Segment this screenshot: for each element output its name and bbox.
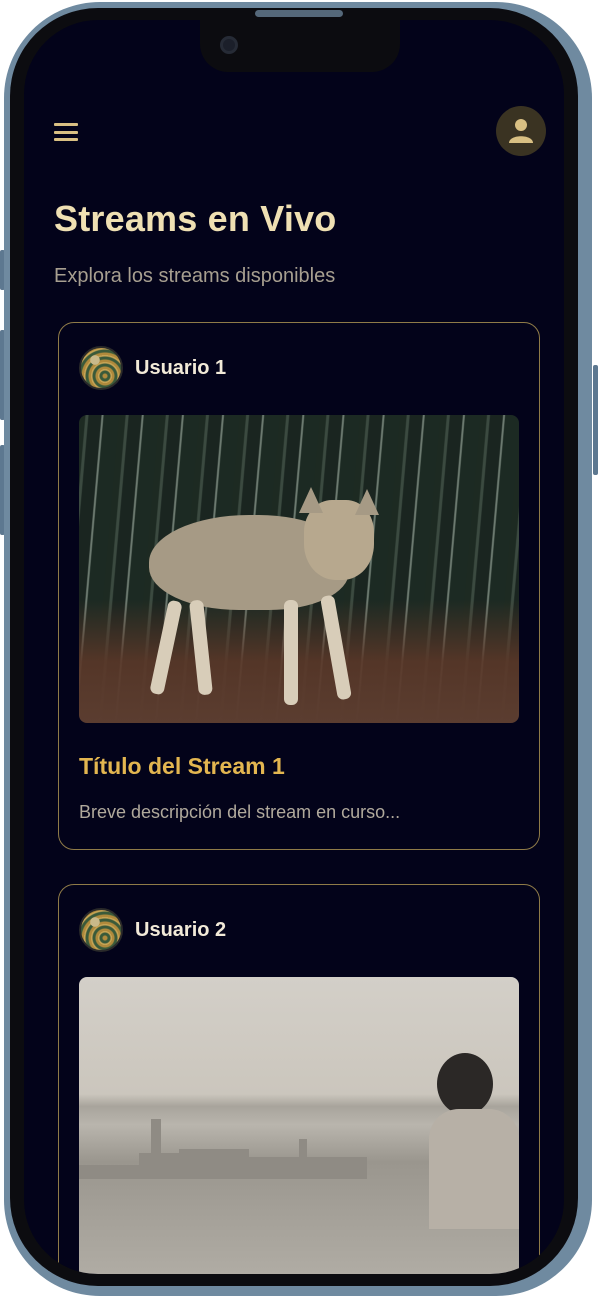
user-avatar	[79, 908, 123, 952]
stream-card[interactable]: Usuario 2	[58, 884, 540, 1274]
page-title: Streams en Vivo	[54, 198, 337, 239]
phone-screen: Streams en Vivo Explora los streams disp…	[24, 20, 564, 1274]
stream-thumbnail[interactable]	[79, 415, 519, 723]
page-subtitle: Explora los streams disponibles	[54, 265, 336, 287]
stream-user-row: Usuario 2	[79, 907, 226, 953]
profile-button[interactable]	[496, 106, 546, 156]
front-camera	[220, 36, 238, 54]
skyline-building	[179, 1149, 249, 1179]
user-avatar	[79, 346, 123, 390]
wolf-leg	[189, 599, 213, 696]
stream-thumbnail[interactable]	[79, 977, 519, 1274]
wolf-leg	[149, 599, 183, 696]
person-body	[429, 1109, 519, 1229]
wolf-leg	[319, 594, 353, 701]
stream-title[interactable]: Título del Stream 1	[79, 753, 285, 780]
skyline-building	[247, 1157, 367, 1179]
hamburger-menu-icon[interactable]	[52, 120, 80, 144]
phone-speaker	[255, 10, 343, 17]
wolf-leg	[284, 600, 298, 705]
skyline-building	[151, 1119, 161, 1179]
person-icon	[509, 119, 533, 143]
skyline-building	[299, 1139, 307, 1179]
skyline-building	[79, 1165, 139, 1179]
phone-notch	[200, 20, 400, 72]
stream-username: Usuario 1	[135, 356, 227, 379]
wolf-ear	[355, 489, 379, 515]
stream-description: Breve descripción del stream en curso...	[79, 802, 401, 822]
wolf-ear	[299, 487, 323, 513]
phone-power-button	[593, 365, 598, 475]
stream-user-row: Usuario 1	[79, 345, 226, 391]
stream-card[interactable]: Usuario 1 Título del Stream 1 Breve desc…	[58, 322, 540, 850]
person-head	[437, 1053, 493, 1115]
stream-username: Usuario 2	[135, 918, 227, 941]
